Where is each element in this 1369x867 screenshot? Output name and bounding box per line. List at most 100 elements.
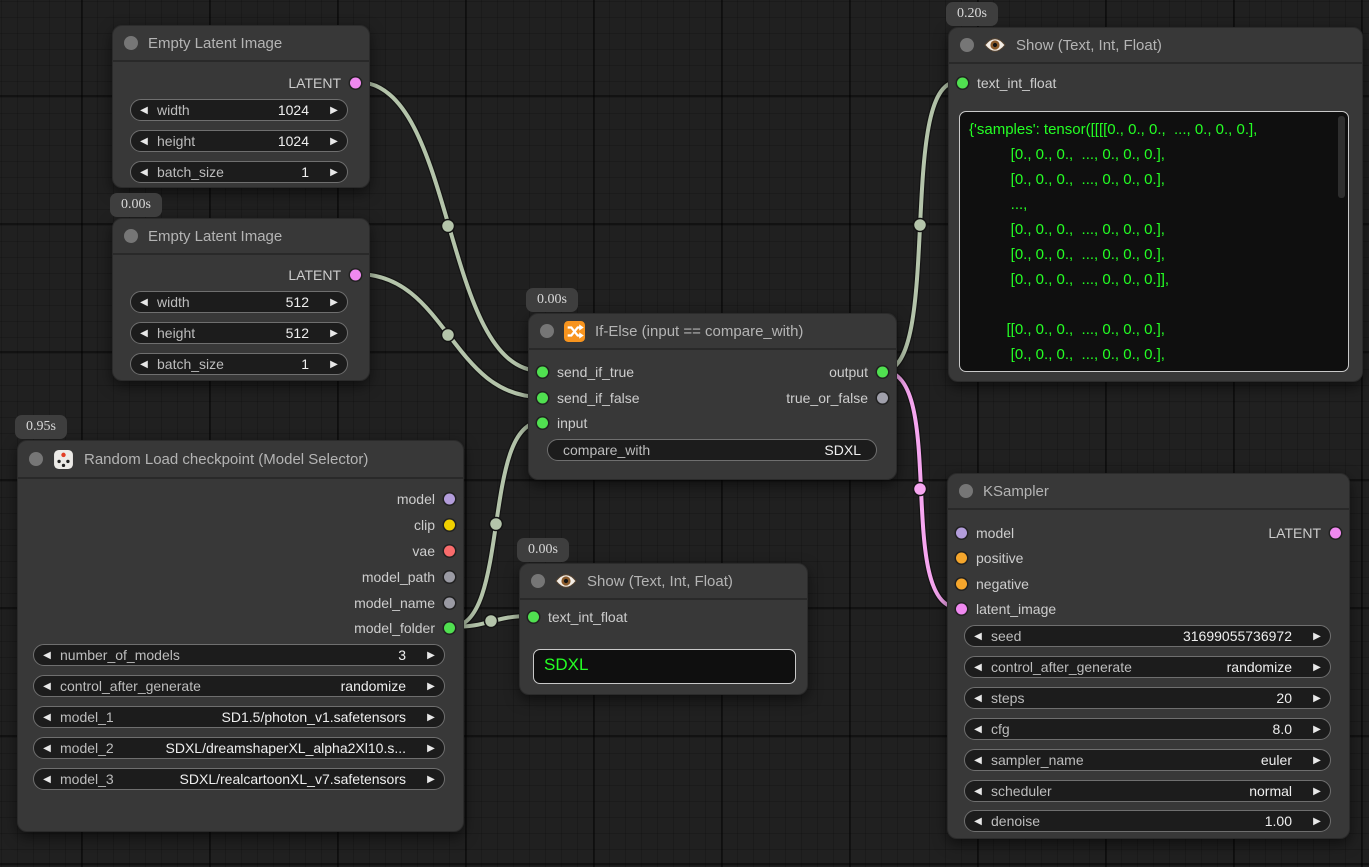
node-random-load-checkpoint[interactable]: 0.95s Random Load checkpoint (Model Sele… <box>17 440 464 832</box>
node-if-else[interactable]: 0.00s If-Else (input == compare_with) se… <box>528 313 897 480</box>
output-slot-model-folder[interactable]: model_folder <box>354 617 463 639</box>
output-slot-model[interactable]: model <box>397 488 463 510</box>
node-show-text-small[interactable]: 0.00s Show (Text, Int, Float) text_int_f… <box>519 563 808 695</box>
model-slot-dot[interactable] <box>444 494 455 505</box>
input-slot-positive[interactable]: positive <box>948 547 1023 569</box>
string-slot-dot[interactable] <box>444 598 455 609</box>
latent-slot-dot[interactable] <box>956 604 967 615</box>
vae-slot-dot[interactable] <box>444 546 455 557</box>
link-midpoint-dot[interactable] <box>442 220 455 233</box>
increment-arrow-icon[interactable]: ▶ <box>418 681 444 692</box>
decrement-arrow-icon[interactable]: ◀ <box>131 105 157 116</box>
collapse-dot[interactable] <box>540 324 554 338</box>
widget-scheduler[interactable]: ◀ scheduler normal ▶ <box>964 780 1331 802</box>
collapse-dot[interactable] <box>124 36 138 50</box>
widget-cfg[interactable]: ◀ cfg 8.0 ▶ <box>964 718 1331 740</box>
node-header[interactable]: Empty Latent Image <box>113 219 369 255</box>
decrement-arrow-icon[interactable]: ◀ <box>965 662 991 673</box>
output-slot-latent[interactable]: LATENT <box>288 264 369 286</box>
node-header[interactable]: Random Load checkpoint (Model Selector) <box>18 441 463 479</box>
link-midpoint-dot[interactable] <box>490 518 503 531</box>
input-slot-send-if-true[interactable]: send_if_true <box>529 361 634 383</box>
latent-slot-dot[interactable] <box>350 78 361 89</box>
input-slot-model[interactable]: model <box>948 522 1014 544</box>
widget-compare-with[interactable]: compare_with SDXL <box>547 439 877 461</box>
scrollbar-thumb[interactable] <box>1338 116 1345 198</box>
increment-arrow-icon[interactable]: ▶ <box>321 167 347 178</box>
output-slot-output[interactable]: output <box>829 361 896 383</box>
input-slot-dot[interactable] <box>528 612 539 623</box>
widget-seed[interactable]: ◀ seed 31699055736972 ▶ <box>964 625 1331 647</box>
input-slot-dot[interactable] <box>537 418 548 429</box>
node-empty-latent-image-2[interactable]: 0.00s Empty Latent Image LATENT ◀ width … <box>112 218 370 381</box>
collapse-dot[interactable] <box>960 38 974 52</box>
decrement-arrow-icon[interactable]: ◀ <box>131 167 157 178</box>
conditioning-slot-dot[interactable] <box>956 553 967 564</box>
input-slot-negative[interactable]: negative <box>948 573 1029 595</box>
increment-arrow-icon[interactable]: ▶ <box>418 774 444 785</box>
input-slot-send-if-false[interactable]: send_if_false <box>529 387 640 409</box>
output-slot-latent[interactable]: LATENT <box>288 72 369 94</box>
model-slot-dot[interactable] <box>956 528 967 539</box>
output-slot-model-path[interactable]: model_path <box>362 566 463 588</box>
widget-model-1[interactable]: ◀ model_1 SD1.5/photon_v1.safetensors ▶ <box>33 706 445 728</box>
decrement-arrow-icon[interactable]: ◀ <box>965 786 991 797</box>
increment-arrow-icon[interactable]: ▶ <box>1304 816 1330 827</box>
link-midpoint-dot[interactable] <box>485 615 498 628</box>
node-header[interactable]: Show (Text, Int, Float) <box>949 28 1362 64</box>
widget-control-after-generate[interactable]: ◀ control_after_generate randomize ▶ <box>964 656 1331 678</box>
clip-slot-dot[interactable] <box>444 520 455 531</box>
widget-sampler-name[interactable]: ◀ sampler_name euler ▶ <box>964 749 1331 771</box>
widget-width[interactable]: ◀ width 1024 ▶ <box>130 99 348 121</box>
increment-arrow-icon[interactable]: ▶ <box>1304 693 1330 704</box>
collapse-dot[interactable] <box>959 484 973 498</box>
decrement-arrow-icon[interactable]: ◀ <box>34 743 60 754</box>
input-slot-dot[interactable] <box>537 393 548 404</box>
decrement-arrow-icon[interactable]: ◀ <box>131 297 157 308</box>
widget-batch-size[interactable]: ◀ batch_size 1 ▶ <box>130 161 348 183</box>
output-slot-model-name[interactable]: model_name <box>354 592 463 614</box>
widget-model-2[interactable]: ◀ model_2 SDXL/dreamshaperXL_alpha2Xl10.… <box>33 737 445 759</box>
output-slot-latent[interactable]: LATENT <box>1268 522 1349 544</box>
decrement-arrow-icon[interactable]: ◀ <box>34 681 60 692</box>
widget-denoise[interactable]: ◀ denoise 1.00 ▶ <box>964 810 1331 832</box>
output-slot-true-or-false[interactable]: true_or_false <box>786 387 896 409</box>
node-header[interactable]: KSampler <box>948 474 1349 510</box>
collapse-dot[interactable] <box>29 452 43 466</box>
decrement-arrow-icon[interactable]: ◀ <box>965 755 991 766</box>
decrement-arrow-icon[interactable]: ◀ <box>131 136 157 147</box>
decrement-arrow-icon[interactable]: ◀ <box>34 712 60 723</box>
widget-control-after-generate[interactable]: ◀ control_after_generate randomize ▶ <box>33 675 445 697</box>
increment-arrow-icon[interactable]: ▶ <box>321 328 347 339</box>
collapse-dot[interactable] <box>124 229 138 243</box>
decrement-arrow-icon[interactable]: ◀ <box>965 693 991 704</box>
increment-arrow-icon[interactable]: ▶ <box>1304 755 1330 766</box>
link-midpoint-dot[interactable] <box>442 329 455 342</box>
widget-model-3[interactable]: ◀ model_3 SDXL/realcartoonXL_v7.safetens… <box>33 768 445 790</box>
output-slot-clip[interactable]: clip <box>414 514 463 536</box>
latent-slot-dot[interactable] <box>350 270 361 281</box>
output-slot-dot[interactable] <box>877 367 888 378</box>
input-slot-latent-image[interactable]: latent_image <box>948 598 1056 620</box>
string-slot-dot[interactable] <box>444 623 455 634</box>
string-slot-dot[interactable] <box>444 572 455 583</box>
link-midpoint-dot[interactable] <box>914 483 927 496</box>
increment-arrow-icon[interactable]: ▶ <box>321 105 347 116</box>
output-slot-dot[interactable] <box>877 393 888 404</box>
node-ksampler[interactable]: KSampler model positive negative latent_… <box>947 473 1350 839</box>
increment-arrow-icon[interactable]: ▶ <box>1304 724 1330 735</box>
decrement-arrow-icon[interactable]: ◀ <box>965 816 991 827</box>
increment-arrow-icon[interactable]: ▶ <box>418 650 444 661</box>
node-graph-canvas[interactable]: Empty Latent Image LATENT ◀ width 1024 ▶… <box>0 0 1369 867</box>
show-text-display[interactable]: SDXL <box>533 649 796 684</box>
node-header[interactable]: If-Else (input == compare_with) <box>529 314 896 350</box>
decrement-arrow-icon[interactable]: ◀ <box>965 631 991 642</box>
increment-arrow-icon[interactable]: ▶ <box>321 297 347 308</box>
increment-arrow-icon[interactable]: ▶ <box>1304 631 1330 642</box>
decrement-arrow-icon[interactable]: ◀ <box>34 774 60 785</box>
decrement-arrow-icon[interactable]: ◀ <box>131 359 157 370</box>
collapse-dot[interactable] <box>531 574 545 588</box>
decrement-arrow-icon[interactable]: ◀ <box>131 328 157 339</box>
widget-height[interactable]: ◀ height 1024 ▶ <box>130 130 348 152</box>
node-header[interactable]: Show (Text, Int, Float) <box>520 564 807 600</box>
